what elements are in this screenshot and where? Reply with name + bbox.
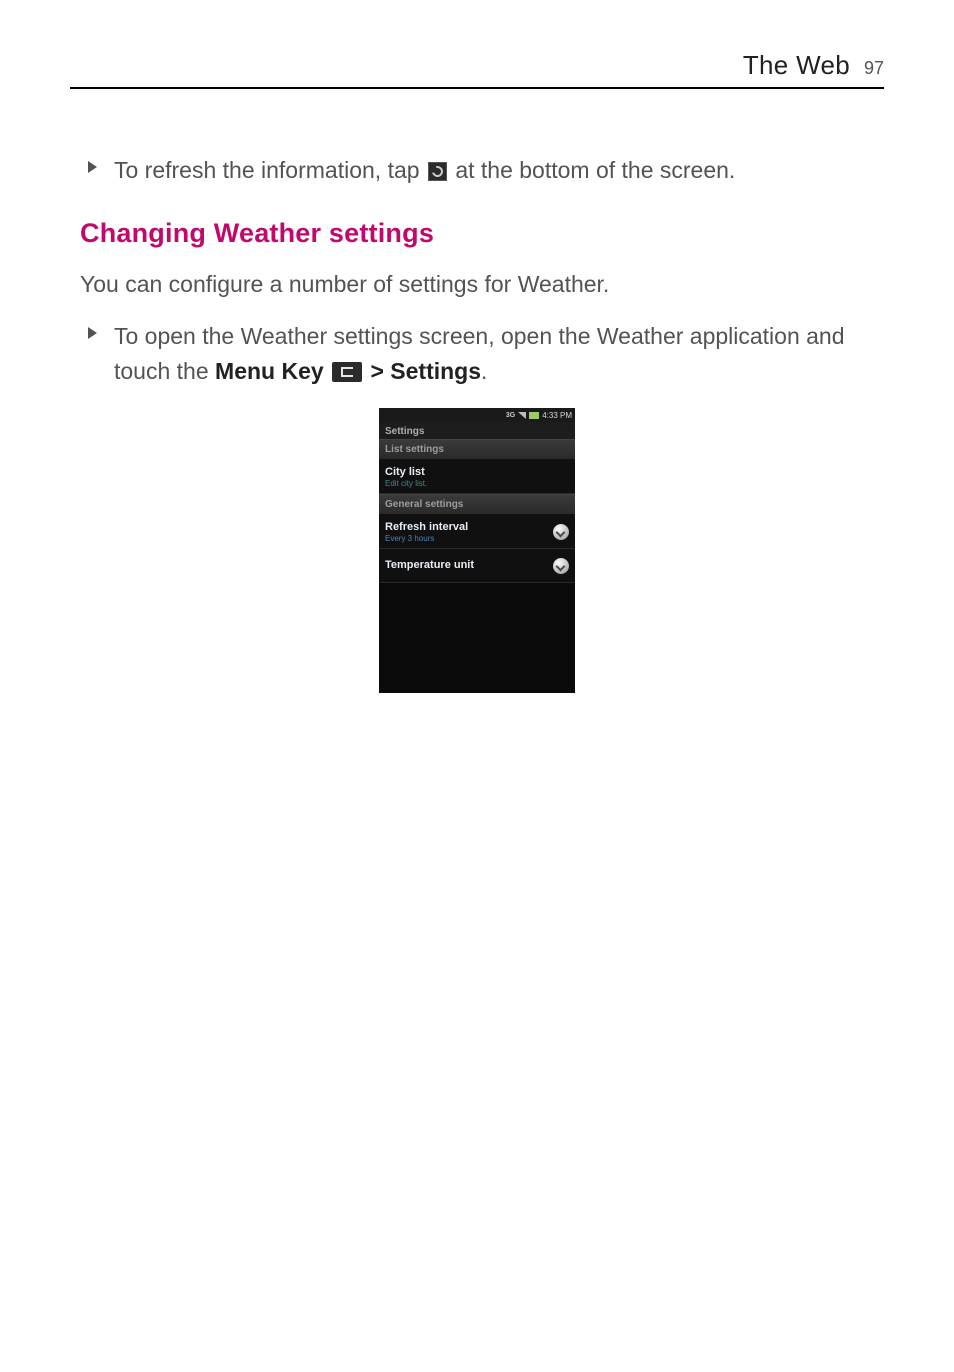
triangle-bullet-icon bbox=[88, 327, 97, 339]
chevron-down-icon bbox=[553, 524, 569, 540]
header-page-number: 97 bbox=[864, 58, 884, 79]
menu-key-icon bbox=[332, 362, 362, 382]
row-title-refresh-interval: Refresh interval bbox=[385, 521, 553, 533]
section-heading-changing-weather-settings: Changing Weather settings bbox=[80, 218, 884, 249]
status-bar: 3G 4:33 PM bbox=[379, 408, 575, 422]
threeg-icon: 3G bbox=[506, 412, 515, 419]
open-settings-instruction: To open the Weather settings screen, ope… bbox=[114, 319, 884, 388]
statusbar-time: 4:33 PM bbox=[542, 411, 572, 420]
menu-key-label: Menu Key bbox=[215, 358, 324, 384]
settings-label: Settings bbox=[390, 358, 481, 384]
weather-settings-screenshot: 3G 4:33 PM Settings List settings City l… bbox=[379, 408, 575, 693]
intro-paragraph: You can configure a number of settings f… bbox=[80, 267, 884, 302]
row-temperature-unit[interactable]: Temperature unit bbox=[379, 549, 575, 583]
header-title: The Web bbox=[743, 50, 850, 81]
row-sub-refresh-interval: Every 3 hours bbox=[385, 534, 553, 543]
page-header: The Web 97 bbox=[70, 50, 884, 89]
row-city-list[interactable]: City list Edit city list. bbox=[379, 460, 575, 494]
row-sub-city-list: Edit city list. bbox=[385, 479, 569, 488]
row-title-temperature-unit: Temperature unit bbox=[385, 559, 553, 571]
open-settings-suffix: . bbox=[481, 358, 487, 384]
triangle-bullet-icon bbox=[88, 161, 97, 173]
battery-icon bbox=[529, 412, 539, 419]
row-title-city-list: City list bbox=[385, 466, 569, 478]
signal-icon bbox=[518, 412, 526, 419]
refresh-icon bbox=[428, 162, 447, 181]
screen-title: Settings bbox=[379, 422, 575, 439]
section-header-list-settings: List settings bbox=[379, 439, 575, 460]
refresh-instruction: To refresh the information, tap at the b… bbox=[114, 153, 884, 188]
refresh-text-prefix: To refresh the information, tap bbox=[114, 157, 426, 183]
row-refresh-interval[interactable]: Refresh interval Every 3 hours bbox=[379, 515, 575, 549]
section-header-general-settings: General settings bbox=[379, 494, 575, 515]
empty-area bbox=[379, 583, 575, 693]
chevron-down-icon bbox=[553, 558, 569, 574]
separator-gt: > bbox=[370, 358, 390, 384]
refresh-text-suffix: at the bottom of the screen. bbox=[455, 157, 735, 183]
